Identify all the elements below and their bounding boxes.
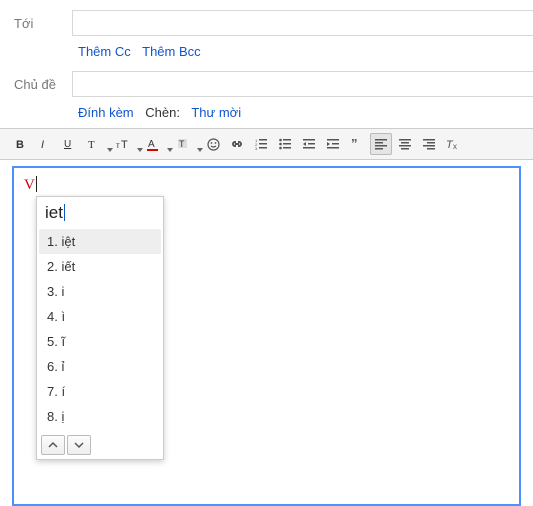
attach-link[interactable]: Đính kèm	[78, 105, 134, 120]
italic-button[interactable]: I	[34, 133, 56, 155]
align-center-button[interactable]	[394, 133, 416, 155]
add-bcc-link[interactable]: Thêm Bcc	[142, 44, 201, 59]
highlight-color-button[interactable]: T	[172, 133, 200, 155]
add-cc-link[interactable]: Thêm Cc	[78, 44, 131, 59]
svg-text:x: x	[453, 142, 457, 150]
compose-body[interactable]: V iet 1. iệt2. iết3. i4. ì5. ĩ6. ỉ7. í8.…	[12, 166, 521, 506]
to-field[interactable]	[72, 10, 533, 36]
ime-next-button[interactable]	[67, 435, 91, 455]
ime-candidate[interactable]: 3. i	[39, 279, 161, 304]
typed-text: V	[24, 177, 35, 193]
remove-formatting-button[interactable]: Tx	[442, 133, 464, 155]
svg-text:I: I	[41, 139, 44, 150]
ime-candidate[interactable]: 5. ĩ	[39, 329, 161, 354]
emoticon-button[interactable]	[202, 133, 224, 155]
ime-buffer: iet	[37, 197, 163, 227]
svg-text:3: 3	[255, 146, 258, 150]
indent-more-button[interactable]	[322, 133, 344, 155]
ime-candidate[interactable]: 7. í	[39, 379, 161, 404]
svg-text:T: T	[88, 139, 95, 150]
svg-text:B: B	[16, 139, 24, 150]
ime-candidate[interactable]: 8. ị	[39, 404, 161, 429]
subject-label: Chủ đề	[0, 77, 72, 92]
svg-text:T: T	[121, 139, 128, 150]
invitation-link[interactable]: Thư mời	[191, 105, 241, 120]
numbered-list-button[interactable]: 123	[250, 133, 272, 155]
text-color-button[interactable]: A	[142, 133, 170, 155]
svg-text:”: ”	[351, 138, 358, 150]
formatting-toolbar: B I U T тT A T 123 ” Tx	[0, 128, 533, 160]
quote-button[interactable]: ”	[346, 133, 368, 155]
font-size-button[interactable]: тT	[112, 133, 140, 155]
indent-less-button[interactable]	[298, 133, 320, 155]
font-family-button[interactable]: T	[82, 133, 110, 155]
align-left-button[interactable]	[370, 133, 392, 155]
bulleted-list-button[interactable]	[274, 133, 296, 155]
ime-popup: iet 1. iệt2. iết3. i4. ì5. ĩ6. ỉ7. í8. ị	[36, 196, 164, 460]
ime-candidate[interactable]: 1. iệt	[39, 229, 161, 254]
ime-prev-button[interactable]	[41, 435, 65, 455]
svg-text:т: т	[116, 141, 120, 150]
subject-field[interactable]	[72, 71, 533, 97]
align-right-button[interactable]	[418, 133, 440, 155]
bold-button[interactable]: B	[10, 133, 32, 155]
underline-button[interactable]: U	[58, 133, 80, 155]
ime-candidate[interactable]: 6. ỉ	[39, 354, 161, 379]
insert-label: Chèn:	[145, 105, 180, 120]
to-label: Tới	[0, 16, 72, 31]
text-caret-icon	[36, 176, 37, 192]
ime-candidate[interactable]: 4. ì	[39, 304, 161, 329]
ime-candidate[interactable]: 2. iết	[39, 254, 161, 279]
svg-text:U: U	[64, 139, 71, 150]
svg-text:A: A	[148, 139, 155, 150]
link-button[interactable]	[226, 133, 248, 155]
svg-text:T: T	[179, 139, 185, 149]
